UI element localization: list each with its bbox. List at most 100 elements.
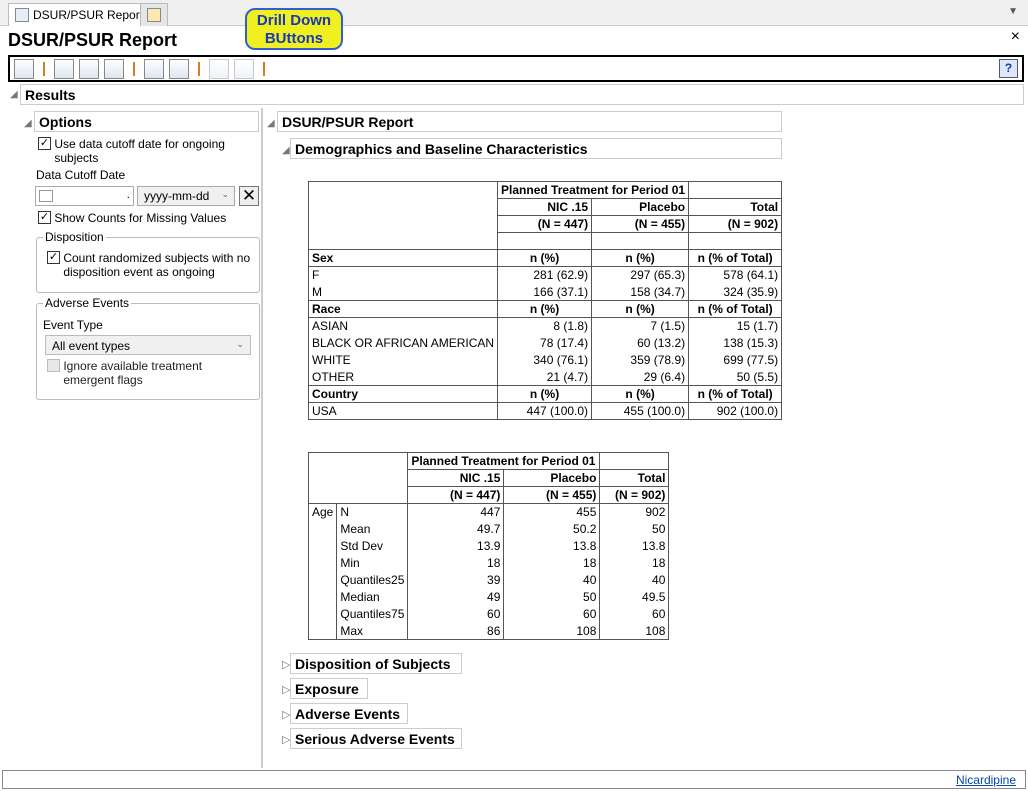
- event-type-select[interactable]: All event types ⌄: [45, 335, 251, 355]
- row-label: WHITE: [307, 351, 499, 369]
- table-row: M 166 (37.1) 158 (34.7) 324 (35.9): [307, 283, 783, 301]
- tab-bar: DSUR/PSUR Report ▼: [0, 0, 1028, 26]
- view-notes-button[interactable]: [169, 58, 189, 79]
- corner-cell: [307, 452, 409, 504]
- stat-label: Max: [336, 622, 409, 640]
- blank-header: [591, 232, 690, 250]
- stat-header: n (%): [497, 249, 593, 267]
- help-button[interactable]: ?: [999, 59, 1018, 78]
- stat-header: n (% of Total): [688, 249, 783, 267]
- ignore-flags-checkbox[interactable]: [47, 359, 60, 372]
- splitter[interactable]: [261, 108, 263, 768]
- use-cutoff-checkbox[interactable]: ✓: [38, 137, 51, 150]
- use-cutoff-option[interactable]: ✓ Use data cutoff date for ongoing subje…: [38, 137, 258, 165]
- n-header: (N = 455): [591, 215, 690, 233]
- value-cell: 40: [599, 571, 670, 589]
- adverse-events-group: Adverse Events Event Type All event type…: [36, 296, 260, 400]
- separator: [133, 61, 135, 76]
- row-label: OTHER: [307, 368, 499, 386]
- data-table-button[interactable]: [54, 58, 74, 79]
- nicardipine-link[interactable]: Nicardipine: [956, 773, 1016, 787]
- count-randomized-option[interactable]: ✓ Count randomized subjects with no disp…: [47, 251, 257, 279]
- table-row: Age N 447 455 902: [307, 503, 670, 640]
- count-randomized-checkbox[interactable]: ✓: [47, 251, 60, 264]
- cutoff-date-label: Data Cutoff Date: [36, 168, 126, 182]
- column-header: Total: [599, 469, 670, 487]
- table-row: Mean 49.7 50.2 50: [309, 520, 670, 538]
- options-header[interactable]: Options: [34, 111, 259, 132]
- value-cell: 15 (1.7): [688, 317, 783, 335]
- value-cell: 78 (17.4): [497, 334, 593, 352]
- row-label: BLACK OR AFRICAN AMERICAN: [307, 334, 499, 352]
- stat-label: N: [336, 503, 409, 521]
- value-cell: 324 (35.9): [688, 283, 783, 301]
- group-header: Planned Treatment for Period 01: [407, 452, 601, 470]
- value-cell: 50.2: [503, 520, 601, 538]
- drill-down-filter-button[interactable]: [209, 58, 229, 79]
- close-icon[interactable]: ×: [1011, 28, 1020, 46]
- value-cell: 39: [407, 571, 505, 589]
- report-disclosure-icon[interactable]: ◢: [267, 115, 275, 129]
- cutoff-date-input[interactable]: .: [35, 186, 134, 206]
- clear-date-button[interactable]: ✕: [239, 186, 259, 206]
- value-cell: 60: [503, 605, 601, 623]
- section-header-serious-adverse-events[interactable]: Serious Adverse Events: [290, 728, 462, 749]
- section-header-disposition-of-subjects[interactable]: Disposition of Subjects: [290, 653, 462, 674]
- options-disclosure-icon[interactable]: ◢: [24, 115, 32, 129]
- n-header: (N = 447): [407, 486, 505, 504]
- value-cell: 50: [599, 520, 670, 538]
- table-row: F 281 (62.9) 297 (65.3) 578 (64.1): [307, 266, 783, 284]
- value-cell: 297 (65.3): [591, 266, 690, 284]
- table-row: WHITE 340 (76.1) 359 (78.9) 699 (77.5): [307, 351, 783, 369]
- stat-label: Min: [336, 554, 409, 572]
- status-bar: [2, 770, 1026, 789]
- stat-label: Median: [336, 588, 409, 606]
- table-row: Max 86 108 108: [309, 622, 670, 640]
- ignore-flags-option[interactable]: Ignore available treatment emergent flag…: [47, 359, 257, 387]
- results-disclosure-icon[interactable]: ◢: [10, 86, 18, 100]
- stat-label: Std Dev: [336, 537, 409, 555]
- blank-header: [599, 452, 670, 470]
- report-header[interactable]: DSUR/PSUR Report: [277, 111, 782, 132]
- date-format-select[interactable]: yyyy-mm-dd ⌄: [137, 186, 235, 206]
- subset-button[interactable]: [79, 58, 99, 79]
- show-missing-option[interactable]: ✓ Show Counts for Missing Values: [38, 211, 226, 225]
- value-cell: 18: [503, 554, 601, 572]
- chevron-down-icon: ⌄: [236, 339, 244, 349]
- results-header[interactable]: Results: [20, 84, 1024, 105]
- column-header: NIC .15: [407, 469, 505, 487]
- blank-header: [688, 181, 783, 199]
- page-title: DSUR/PSUR Report: [8, 30, 178, 50]
- add-note-button[interactable]: [144, 58, 164, 79]
- section-row: Country n (%) n (%) n (% of Total): [307, 385, 783, 403]
- value-cell: 21 (4.7): [497, 368, 593, 386]
- calendar-icon: [39, 190, 53, 202]
- blank-header: [688, 232, 783, 250]
- group-header: Planned Treatment for Period 01: [497, 181, 690, 199]
- section-header-adverse-events[interactable]: Adverse Events: [290, 703, 408, 724]
- tab-chart[interactable]: [140, 3, 168, 26]
- demographics-disclosure-icon[interactable]: ◢: [282, 142, 290, 156]
- value-cell: 158 (34.7): [591, 283, 690, 301]
- table-row: BLACK OR AFRICAN AMERICAN 78 (17.4) 60 (13…: [307, 334, 783, 352]
- value-cell: 60 (13.2): [591, 334, 690, 352]
- script-button[interactable]: [14, 58, 34, 79]
- value-cell: 7 (1.5): [591, 317, 690, 335]
- value-cell: 60: [599, 605, 670, 623]
- value-cell: 60: [407, 605, 505, 623]
- tab-menu-icon[interactable]: ▼: [1008, 6, 1018, 17]
- separator: [43, 61, 45, 76]
- show-missing-checkbox[interactable]: ✓: [38, 211, 51, 224]
- stat-label: Quantiles75: [336, 605, 409, 623]
- stat-header: n (%): [497, 385, 593, 403]
- value-cell: 13.8: [599, 537, 670, 555]
- demographics-header[interactable]: Demographics and Baseline Characteristic…: [290, 138, 782, 159]
- corner-cell: [307, 181, 499, 250]
- export-button[interactable]: [104, 58, 124, 79]
- column-header: Total: [688, 198, 783, 216]
- stat-header: n (%): [591, 385, 690, 403]
- drill-down-profile-button[interactable]: [234, 58, 254, 79]
- section-header-exposure[interactable]: Exposure: [290, 678, 368, 699]
- tab-dsur-report[interactable]: DSUR/PSUR Report: [8, 3, 151, 26]
- n-header: (N = 902): [688, 215, 783, 233]
